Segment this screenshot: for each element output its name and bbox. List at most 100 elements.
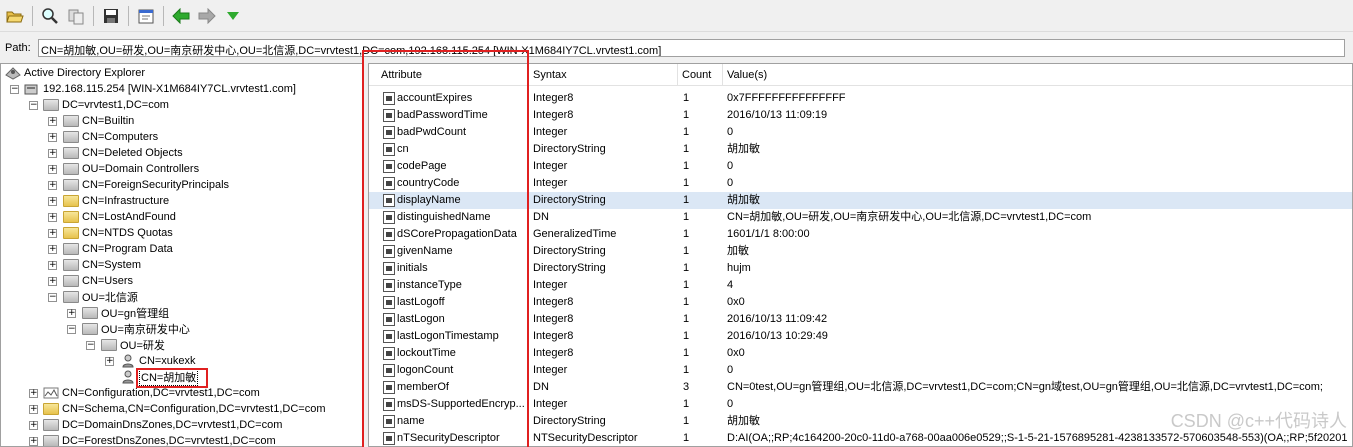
tree-item-label: CN=xukexk xyxy=(139,355,196,367)
expand-icon[interactable]: + xyxy=(48,229,57,238)
server-icon xyxy=(24,82,40,96)
tree-item-ou-nanjing[interactable]: OU=南京研发中心 xyxy=(82,321,190,337)
tree-item-label: CN=Computers xyxy=(82,131,159,143)
expand-icon[interactable]: + xyxy=(29,437,38,446)
search-icon[interactable] xyxy=(40,6,60,26)
tree-item-domain-dns-zones[interactable]: DC=DomainDnsZones,DC=vrvtest1,DC=com xyxy=(43,417,282,433)
forward-icon[interactable] xyxy=(197,6,217,26)
tree-view[interactable]: Active Directory Explorer − 192.168.115.… xyxy=(0,63,363,447)
expand-icon[interactable]: + xyxy=(48,245,57,254)
expand-icon[interactable]: + xyxy=(48,181,57,190)
count-cell: 1 xyxy=(683,109,690,121)
tree-item-program-data[interactable]: CN=Program Data xyxy=(63,241,173,257)
count-cell: 3 xyxy=(683,381,690,393)
tree-item-ntds-quotas[interactable]: CN=NTDS Quotas xyxy=(63,225,173,241)
tree-item-builtin[interactable]: CN=Builtin xyxy=(63,113,134,129)
tree-item-domain[interactable]: DC=vrvtest1,DC=com xyxy=(43,97,169,113)
tree-item-user-xukexk[interactable]: CN=xukexk xyxy=(120,353,196,369)
expand-icon[interactable]: + xyxy=(48,261,57,270)
expand-icon[interactable]: + xyxy=(67,309,76,318)
tree-item-deleted-objects[interactable]: CN=Deleted Objects xyxy=(63,145,183,161)
collapse-icon[interactable]: − xyxy=(29,101,38,110)
count-cell: 1 xyxy=(683,432,690,444)
tree-item-ou-beixinyuan[interactable]: OU=北信源 xyxy=(63,289,138,305)
toolbar xyxy=(0,0,1353,32)
count-cell: 1 xyxy=(683,177,690,189)
syntax-cell: DN xyxy=(533,211,549,223)
expand-icon[interactable]: + xyxy=(105,357,114,366)
tree-item-server[interactable]: 192.168.115.254 [WIN-X1M684IY7CL.vrvtest… xyxy=(24,81,296,97)
open-icon[interactable] xyxy=(5,6,25,26)
back-icon[interactable] xyxy=(171,6,191,26)
tree-item-label: DC=DomainDnsZones,DC=vrvtest1,DC=com xyxy=(62,419,283,431)
expand-icon[interactable]: + xyxy=(48,117,57,126)
domain-icon xyxy=(43,99,59,111)
column-header-values[interactable]: Value(s) xyxy=(723,64,1352,86)
tree-item-label: OU=研发 xyxy=(120,340,165,352)
column-header-syntax[interactable]: Syntax xyxy=(529,64,678,86)
tree-item-ou-yanfa[interactable]: OU=研发 xyxy=(101,337,165,353)
column-header-count[interactable]: Count xyxy=(678,64,723,86)
expand-icon[interactable]: + xyxy=(48,277,57,286)
tree-item-label: OU=南京研发中心 xyxy=(101,324,190,336)
value-cell: 加敏 xyxy=(727,245,749,257)
syntax-cell: Integer xyxy=(533,160,568,172)
highlight-box xyxy=(362,50,529,447)
ou-icon xyxy=(63,163,79,175)
collapse-icon[interactable]: − xyxy=(67,325,76,334)
folder-icon xyxy=(63,211,79,223)
count-cell: 1 xyxy=(683,313,690,325)
value-cell: 0 xyxy=(727,126,734,138)
expand-icon[interactable]: + xyxy=(48,213,57,222)
collapse-icon[interactable]: − xyxy=(48,293,57,302)
tree-root-label: Active Directory Explorer xyxy=(24,67,146,79)
configuration-icon xyxy=(43,386,59,400)
tree-item-lost-and-found[interactable]: CN=LostAndFound xyxy=(63,209,176,225)
tree-item-label: CN=Configuration,DC=vrvtest1,DC=com xyxy=(62,387,260,399)
properties-icon[interactable] xyxy=(136,6,156,26)
expand-icon[interactable]: + xyxy=(48,165,57,174)
collapse-icon[interactable]: − xyxy=(10,85,19,94)
syntax-cell: DirectoryString xyxy=(533,194,606,206)
path-field[interactable]: CN=胡加敏,OU=研发,OU=南京研发中心,OU=北信源,DC=vrvtest… xyxy=(38,39,1345,57)
tree-item-configuration[interactable]: CN=Configuration,DC=vrvtest1,DC=com xyxy=(43,385,260,401)
syntax-cell: Integer xyxy=(533,126,568,138)
value-cell: CN=0test,OU=gn管理组,OU=北信源,DC=vrvtest1,DC=… xyxy=(727,381,1323,393)
tree-item-ou-gn[interactable]: OU=gn管理组 xyxy=(82,305,169,321)
tree-item-domain-controllers[interactable]: OU=Domain Controllers xyxy=(63,161,199,177)
tree-root[interactable]: Active Directory Explorer xyxy=(5,65,145,81)
value-cell: 0 xyxy=(727,177,734,189)
tree-item-computers[interactable]: CN=Computers xyxy=(63,129,158,145)
tree-item-system[interactable]: CN=System xyxy=(63,257,141,273)
syntax-cell: Integer8 xyxy=(533,92,574,104)
expand-icon[interactable]: + xyxy=(29,421,38,430)
count-cell: 1 xyxy=(683,279,690,291)
value-cell: 4 xyxy=(727,279,734,291)
compare-icon[interactable] xyxy=(66,6,86,26)
tree-item-forest-dns-zones[interactable]: DC=ForestDnsZones,DC=vrvtest1,DC=com xyxy=(43,433,276,446)
expand-icon[interactable]: + xyxy=(48,133,57,142)
syntax-cell: Integer xyxy=(533,177,568,189)
path-bar: Path: CN=胡加敏,OU=研发,OU=南京研发中心,OU=北信源,DC=v… xyxy=(0,37,1353,59)
toolbar-separator xyxy=(32,5,33,26)
value-cell: 胡加敏 xyxy=(727,194,760,206)
tree-item-infrastructure[interactable]: CN=Infrastructure xyxy=(63,193,169,209)
syntax-cell: Integer8 xyxy=(533,347,574,359)
ou-icon xyxy=(63,291,79,303)
container-icon xyxy=(63,275,79,287)
save-icon[interactable] xyxy=(101,6,121,26)
collapse-icon[interactable]: − xyxy=(86,341,95,350)
value-cell: 0x0 xyxy=(727,296,745,308)
expand-icon[interactable]: + xyxy=(48,149,57,158)
dropdown-icon[interactable] xyxy=(223,6,243,26)
tree-item-label: CN=Infrastructure xyxy=(82,195,170,207)
tree-item-schema[interactable]: CN=Schema,CN=Configuration,DC=vrvtest1,D… xyxy=(43,401,326,417)
tree-item-label: CN=Program Data xyxy=(82,243,173,255)
folder-icon xyxy=(63,227,79,239)
expand-icon[interactable]: + xyxy=(29,405,38,414)
expand-icon[interactable]: + xyxy=(48,197,57,206)
tree-item-foreign-security-principals[interactable]: CN=ForeignSecurityPrincipals xyxy=(63,177,229,193)
expand-icon[interactable]: + xyxy=(29,389,38,398)
tree-item-users[interactable]: CN=Users xyxy=(63,273,133,289)
value-cell: CN=胡加敏,OU=研发,OU=南京研发中心,OU=北信源,DC=vrvtest… xyxy=(727,211,1092,223)
